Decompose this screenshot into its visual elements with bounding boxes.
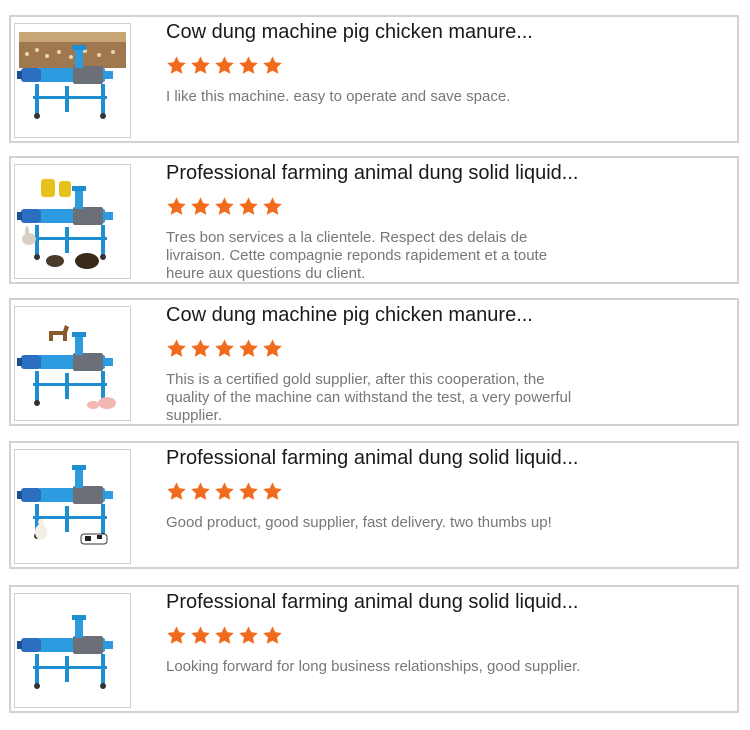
star-icon — [262, 338, 283, 359]
star-icon — [238, 55, 259, 76]
star-icon — [190, 196, 211, 217]
product-title[interactable]: Professional farming animal dung solid l… — [166, 447, 578, 470]
review-card: Cow dung machine pig chicken manure... I… — [9, 15, 739, 143]
product-title[interactable]: Professional farming animal dung solid l… — [166, 591, 578, 614]
review-text: This is a certified gold supplier, after… — [166, 371, 572, 424]
star-icon — [190, 481, 211, 502]
star-icon — [214, 625, 235, 646]
dewatering-machine-rabbit-icon — [15, 165, 130, 278]
star-icon — [262, 55, 283, 76]
star-rating — [166, 625, 283, 649]
star-icon — [214, 481, 235, 502]
star-icon — [214, 338, 235, 359]
product-title[interactable]: Cow dung machine pig chicken manure... — [166, 304, 533, 327]
product-thumbnail[interactable] — [14, 593, 131, 708]
star-icon — [166, 338, 187, 359]
product-thumbnail[interactable] — [14, 449, 131, 564]
star-icon — [190, 625, 211, 646]
review-text: Good product, good supplier, fast delive… — [166, 514, 552, 531]
product-thumbnail[interactable] — [14, 164, 131, 279]
product-thumbnail[interactable] — [14, 306, 131, 421]
product-title[interactable]: Professional farming animal dung solid l… — [166, 162, 578, 185]
review-card: Professional farming animal dung solid l… — [9, 441, 739, 569]
star-icon — [166, 55, 187, 76]
dewatering-machine-horse-pig-icon — [15, 307, 130, 420]
review-text: Looking forward for long business relati… — [166, 658, 581, 675]
product-thumbnail[interactable] — [14, 23, 131, 138]
star-icon — [214, 196, 235, 217]
star-icon — [262, 625, 283, 646]
dewatering-machine-icon — [15, 594, 130, 707]
star-icon — [214, 55, 235, 76]
review-card: Cow dung machine pig chicken manure... T… — [9, 298, 739, 426]
review-card: Professional farming animal dung solid l… — [9, 585, 739, 713]
star-icon — [166, 196, 187, 217]
star-icon — [190, 55, 211, 76]
star-icon — [166, 481, 187, 502]
star-rating — [166, 338, 283, 362]
star-icon — [262, 481, 283, 502]
star-icon — [238, 481, 259, 502]
review-text: Tres bon services a la clientele. Respec… — [166, 229, 548, 282]
review-text: I like this machine. easy to operate and… — [166, 88, 511, 105]
dewatering-machine-chicken-farm-icon — [15, 24, 130, 137]
star-icon — [262, 196, 283, 217]
star-icon — [190, 338, 211, 359]
star-icon — [238, 625, 259, 646]
star-icon — [166, 625, 187, 646]
product-title[interactable]: Cow dung machine pig chicken manure... — [166, 21, 533, 44]
star-icon — [238, 196, 259, 217]
dewatering-machine-duck-cow-icon — [15, 450, 130, 563]
star-rating — [166, 196, 283, 220]
review-card: Professional farming animal dung solid l… — [9, 156, 739, 284]
star-icon — [238, 338, 259, 359]
star-rating — [166, 55, 283, 79]
review-list: Cow dung machine pig chicken manure... I… — [0, 0, 750, 730]
star-rating — [166, 481, 283, 505]
